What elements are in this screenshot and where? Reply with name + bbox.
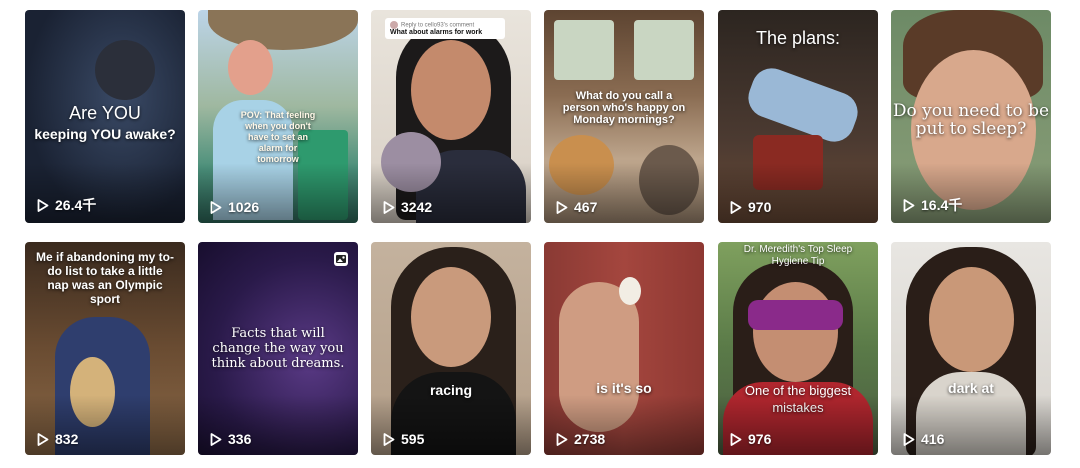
view-count-text: 832 (55, 431, 79, 447)
play-icon (210, 432, 222, 446)
video-caption-line2: keeping YOU awake? (34, 126, 176, 142)
video-card[interactable]: Reply to cello93's comment What about al… (371, 10, 531, 223)
play-icon (37, 432, 49, 446)
play-icon (383, 200, 395, 214)
play-icon (37, 198, 49, 212)
comment-header: Reply to cello93's comment (401, 22, 475, 29)
video-caption: POV: That feeling when you don't have to… (240, 110, 316, 164)
view-count-text: 595 (401, 431, 425, 447)
avatar (390, 21, 398, 29)
play-icon (210, 200, 222, 214)
photo-carousel-icon (334, 252, 348, 266)
comment-text: What about alarms for work (390, 29, 483, 36)
play-icon (730, 432, 742, 446)
video-card[interactable]: The plans: 970 (718, 10, 878, 223)
video-caption: Me if abandoning my to-do list to take a… (36, 250, 174, 306)
play-icon (556, 200, 568, 214)
video-caption: Facts that will change the way you think… (211, 326, 345, 371)
view-count: 2738 (556, 431, 605, 447)
view-count: 1026 (210, 199, 259, 215)
video-card[interactable]: Are YOU keeping YOU awake? 26.4千 (25, 10, 185, 223)
view-count-text: 16.4千 (921, 197, 963, 213)
play-icon (383, 432, 395, 446)
view-count-text: 2738 (574, 431, 606, 447)
video-caption: What do you call a person who's happy on… (562, 90, 686, 126)
view-count-text: 336 (228, 431, 252, 447)
video-card[interactable]: Me if abandoning my to-do list to take a… (25, 242, 185, 455)
video-caption-line1: Are YOU (69, 103, 141, 123)
video-card[interactable]: Do you need to be put to sleep? 16.4千 (891, 10, 1051, 223)
view-count-text: 3242 (401, 199, 433, 215)
view-count: 336 (210, 431, 251, 447)
view-count-text: 970 (748, 199, 772, 215)
view-count-text: 1026 (228, 199, 260, 215)
video-card[interactable]: Facts that will change the way you think… (198, 242, 358, 455)
view-count-text: 416 (921, 431, 945, 447)
video-card[interactable]: is it's so 2738 (544, 242, 704, 455)
view-count: 16.4千 (903, 195, 962, 215)
play-icon (903, 432, 915, 446)
comment-reply-bubble: Reply to cello93's comment What about al… (385, 18, 505, 39)
view-count: 970 (730, 199, 771, 215)
video-caption: Do you need to be put to sleep? (892, 101, 1050, 139)
video-grid: Are YOU keeping YOU awake? 26.4千 POV: Th… (0, 0, 1080, 468)
view-count: 26.4千 (37, 195, 96, 215)
video-card[interactable]: Dr. Meredith's Top Sleep Hygiene Tip One… (718, 242, 878, 455)
view-count: 416 (903, 431, 944, 447)
video-caption: The plans: (755, 28, 841, 48)
view-count: 467 (556, 199, 597, 215)
play-icon (730, 200, 742, 214)
view-count-text: 976 (748, 431, 772, 447)
play-icon (903, 198, 915, 212)
video-card[interactable]: racing 595 (371, 242, 531, 455)
view-count-text: 467 (574, 199, 598, 215)
view-count: 832 (37, 431, 78, 447)
video-card[interactable]: dark at 416 (891, 242, 1051, 455)
view-count-text: 26.4千 (55, 197, 97, 213)
video-caption-top: Dr. Meredith's Top Sleep Hygiene Tip (743, 244, 853, 267)
video-card[interactable]: POV: That feeling when you don't have to… (198, 10, 358, 223)
view-count: 3242 (383, 199, 432, 215)
view-count: 595 (383, 431, 424, 447)
view-count: 976 (730, 431, 771, 447)
video-card[interactable]: What do you call a person who's happy on… (544, 10, 704, 223)
play-icon (556, 432, 568, 446)
